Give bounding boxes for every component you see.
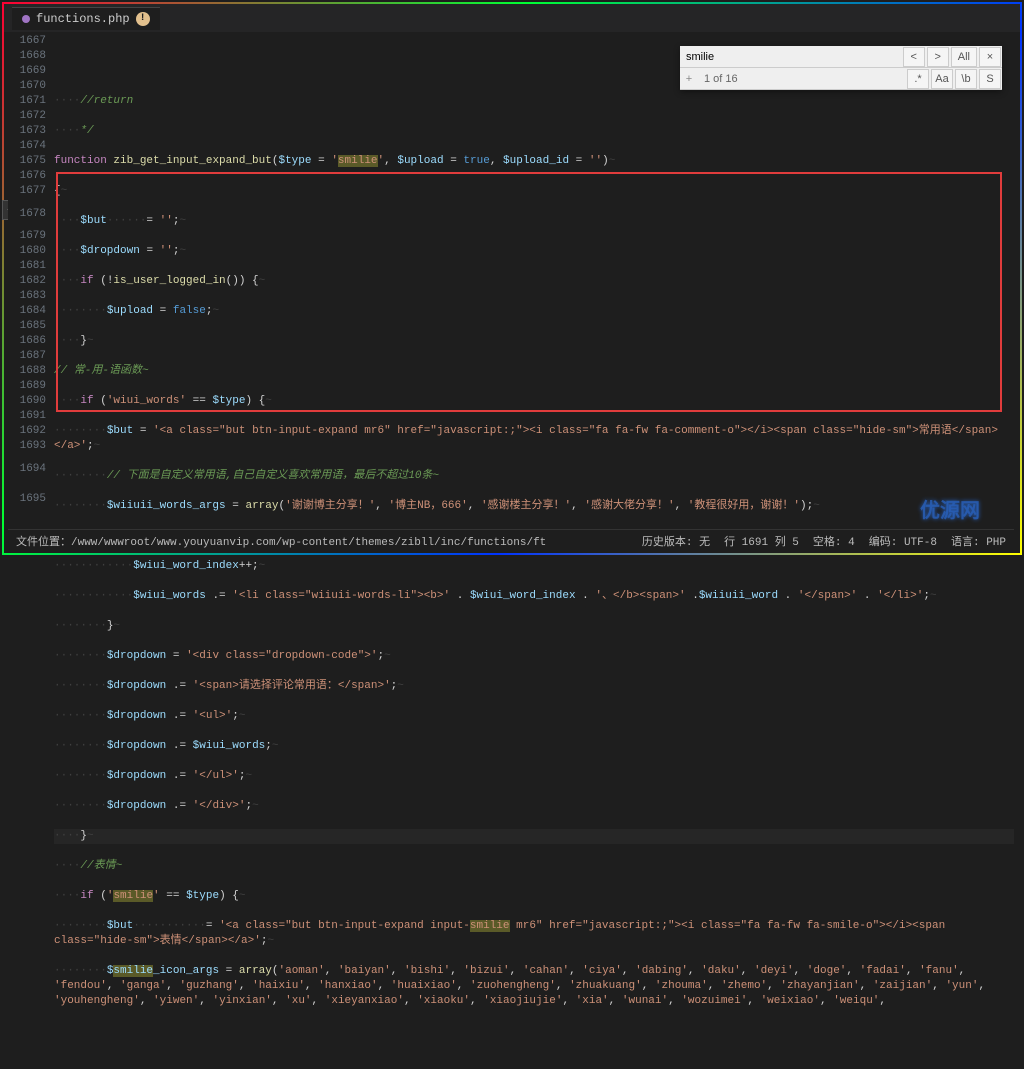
case-toggle[interactable]: Aa	[931, 69, 953, 89]
code-content: ····//return ····*/ function zib_get_inp…	[54, 79, 1014, 1039]
line-number: 1674	[8, 139, 46, 154]
line-number: 1693	[8, 439, 46, 454]
line-number: 1692	[8, 424, 46, 439]
line-number: 1675	[8, 154, 46, 169]
line-number: 1681	[8, 259, 46, 274]
line-number: 1677	[8, 184, 46, 199]
find-next-button[interactable]: >	[927, 47, 949, 67]
status-history[interactable]: 历史版本: 无	[642, 533, 710, 549]
status-spaces[interactable]: 空格: 4	[813, 533, 855, 549]
line-number: 1688	[8, 364, 46, 379]
tab-bar: functions.php !	[4, 4, 1020, 32]
code-area[interactable]: ····//return ····*/ function zib_get_inp…	[54, 34, 1014, 527]
line-number: 1686	[8, 334, 46, 349]
status-path: 文件位置：/www/wwwroot/www.youyuanvip.com/wp-…	[16, 533, 546, 549]
line-number: 1670	[8, 79, 46, 94]
line-number: 1685	[8, 319, 46, 334]
line-number: 1668	[8, 49, 46, 64]
modified-indicator-icon: !	[136, 12, 150, 26]
line-number: 1672	[8, 109, 46, 124]
find-close-button[interactable]: ×	[979, 47, 1001, 67]
status-line-col[interactable]: 行 1691 列 5	[724, 533, 799, 549]
line-number: 1690	[8, 394, 46, 409]
tab-filename: functions.php	[36, 12, 130, 26]
line-number: 1691	[8, 409, 46, 424]
line-number: 1695	[8, 484, 46, 514]
find-prev-button[interactable]: <	[903, 47, 925, 67]
wholeword-toggle[interactable]: \b	[955, 69, 977, 89]
find-all-button[interactable]: All	[951, 47, 977, 67]
line-number: 1678	[8, 199, 46, 229]
find-panel: < > All × + 1 of 16 .* Aa \b S	[680, 46, 1002, 90]
line-number: 1689	[8, 379, 46, 394]
line-number: 1679	[8, 229, 46, 244]
line-number: 1684	[8, 304, 46, 319]
line-number-gutter: 1667 1668 1669 1670 1671 1672 1673 1674 …	[8, 34, 54, 527]
status-language[interactable]: 语言: PHP	[951, 533, 1006, 549]
line-number: 1682	[8, 274, 46, 289]
status-encoding[interactable]: 编码: UTF-8	[869, 533, 937, 549]
status-bar: 文件位置：/www/wwwroot/www.youyuanvip.com/wp-…	[8, 529, 1014, 551]
tab-functions-php[interactable]: functions.php !	[12, 7, 160, 30]
find-status: 1 of 16	[698, 73, 906, 85]
find-input[interactable]	[680, 48, 902, 66]
editor-pane: 1667 1668 1669 1670 1671 1672 1673 1674 …	[8, 34, 1014, 527]
line-number: 1680	[8, 244, 46, 259]
selection-toggle[interactable]: S	[979, 69, 1001, 89]
line-number: 1671	[8, 94, 46, 109]
line-number: 1673	[8, 124, 46, 139]
line-number: 1669	[8, 64, 46, 79]
line-number: 1687	[8, 349, 46, 364]
file-type-icon	[22, 15, 30, 23]
replace-toggle-button[interactable]: +	[680, 73, 698, 85]
regex-toggle[interactable]: .*	[907, 69, 929, 89]
line-number: 1676	[8, 169, 46, 184]
line-number: 1667	[8, 34, 46, 49]
line-number: 1683	[8, 289, 46, 304]
editor-window: functions.php ! < > All × + 1 of 16 .* A…	[2, 2, 1022, 555]
line-number: 1694	[8, 454, 46, 484]
